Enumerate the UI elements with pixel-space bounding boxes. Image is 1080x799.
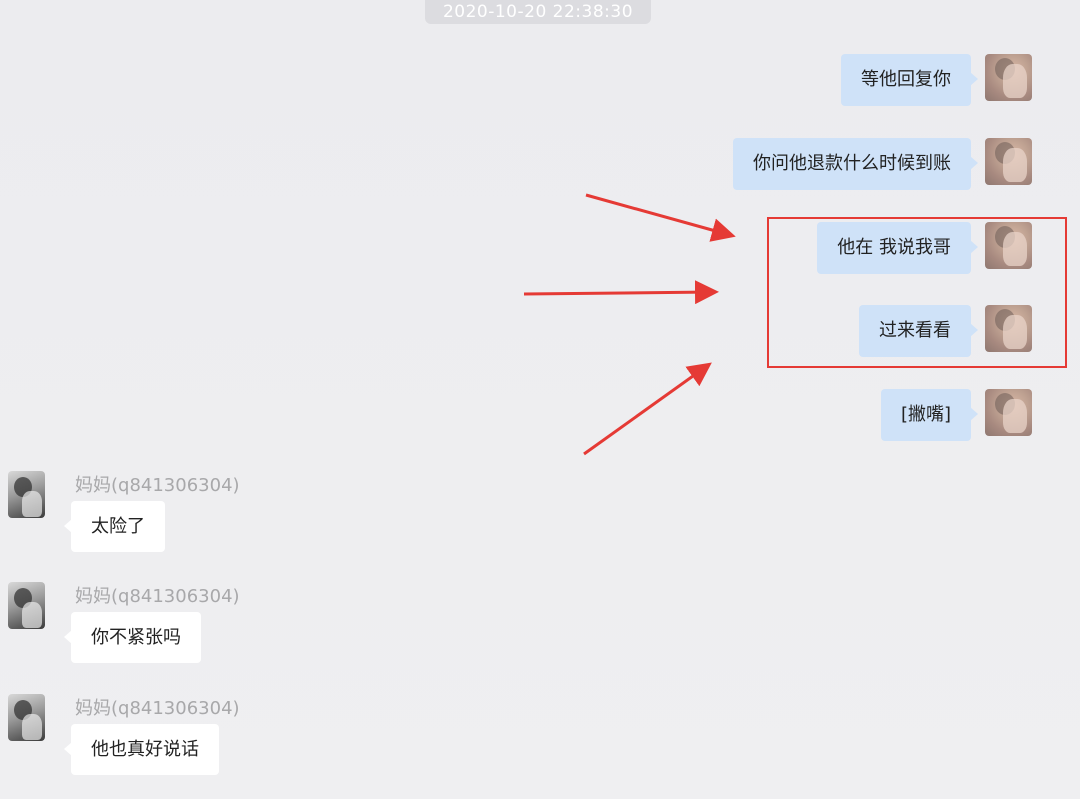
incoming-message: 妈妈(q841306304) 你不紧张吗 [8, 582, 328, 667]
arrow-upper [585, 193, 736, 242]
contact-avatar[interactable] [8, 471, 45, 518]
outgoing-message: [撇嘴] [880, 389, 1032, 441]
incoming-bubble[interactable]: 你不紧张吗 [64, 612, 201, 663]
self-avatar[interactable] [985, 54, 1032, 101]
chat-window: 2020-10-20 22:38:30 等他回复你 你问他退款什么时候到账 他在… [0, 0, 1080, 799]
outgoing-message: 你问他退款什么时候到账 [733, 138, 1032, 190]
incoming-message: 妈妈(q841306304) 他也真好说话 [8, 694, 328, 779]
contact-avatar[interactable] [8, 582, 45, 629]
message-timestamp: 2020-10-20 22:38:30 [425, 0, 651, 24]
sender-name: 妈妈(q841306304) [75, 586, 240, 607]
outgoing-bubble[interactable]: [撇嘴] [880, 389, 979, 441]
self-avatar[interactable] [985, 138, 1032, 185]
incoming-bubble[interactable]: 他也真好说话 [64, 724, 219, 775]
sender-name: 妈妈(q841306304) [75, 475, 240, 496]
sender-name: 妈妈(q841306304) [75, 698, 240, 719]
arrow-middle [523, 280, 719, 305]
outgoing-message: 等他回复你 [841, 54, 1032, 106]
outgoing-bubble[interactable]: 等他回复你 [841, 54, 978, 106]
outgoing-bubble[interactable]: 你问他退款什么时候到账 [733, 138, 978, 190]
highlight-box [767, 217, 1067, 368]
arrow-lower [583, 362, 712, 456]
incoming-bubble[interactable]: 太险了 [64, 501, 165, 552]
contact-avatar[interactable] [8, 694, 45, 741]
self-avatar[interactable] [985, 389, 1032, 436]
incoming-message: 妈妈(q841306304) 太险了 [8, 471, 328, 556]
